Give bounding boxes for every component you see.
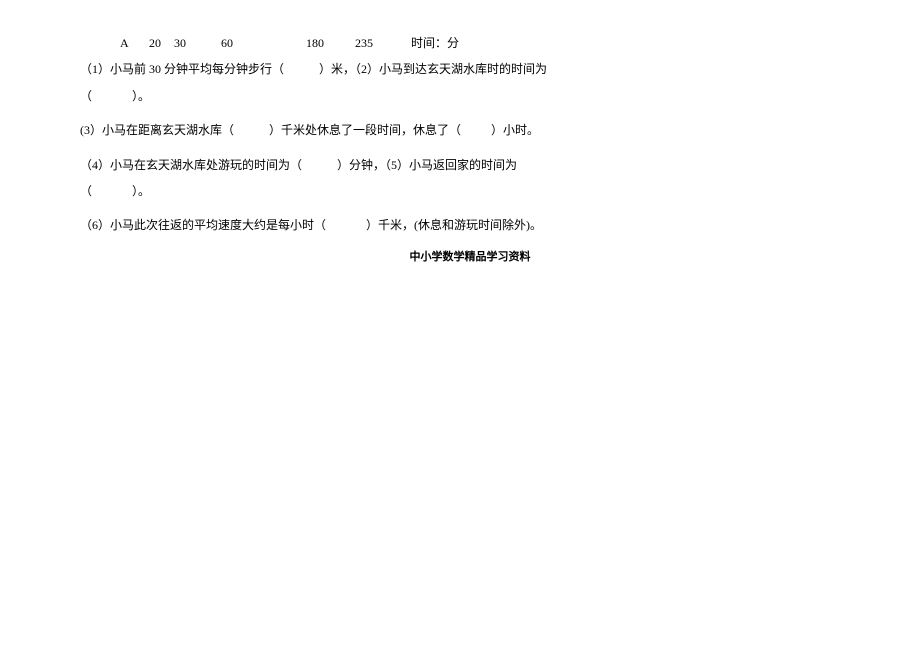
q3-b: ）千米处休息了一段时间，休息了（: [269, 123, 461, 137]
axis-label-a: A: [120, 36, 128, 50]
axis-val-2: 30: [174, 36, 186, 50]
q1b-close: ）。: [132, 89, 150, 103]
q4b-close: ）。: [132, 184, 150, 198]
q3-a: (3）小马在距离玄天湖水库（: [80, 123, 234, 137]
question-4: （4）小马在玄天湖水库处游玩的时间为（ ）分钟，（5）小马返回家的时间为: [80, 152, 860, 178]
q1-after1: ）米，（2）小马到达玄天湖水库时的时间为: [319, 62, 547, 76]
question-6: （6）小马此次往返的平均速度大约是每小时（ ）千米，(休息和游玩时间除外)。: [80, 212, 860, 238]
q4-b: ）分钟，（5）小马返回家的时间为: [337, 158, 517, 172]
q4b-open: （: [80, 184, 92, 198]
question-1-line1: （1）小马前 30 分钟平均每分钟步行（ ）米，（2）小马到达玄天湖水库时的时间为: [80, 56, 860, 82]
document-content: A 20 30 60 180 235 时间：分 （1）小马前 30 分钟平均每分…: [0, 0, 920, 269]
question-4-line2: （ ）。: [80, 178, 860, 204]
q3-c: ）小时。: [491, 123, 539, 137]
q1-prefix: （1）小马前 30 分钟平均每分钟步行（: [80, 62, 284, 76]
axis-line: A 20 30 60 180 235 时间：分: [80, 30, 860, 56]
axis-val-5: 235: [355, 36, 373, 50]
question-3: (3）小马在距离玄天湖水库（ ）千米处休息了一段时间，休息了（ ）小时。: [80, 117, 860, 143]
axis-unit: 时间：分: [411, 36, 459, 50]
q1b-open: （: [80, 89, 92, 103]
axis-val-3: 60: [221, 36, 233, 50]
footer-text: 中小学数学精品学习资料: [80, 245, 860, 269]
q6-a: （6）小马此次往返的平均速度大约是每小时（: [80, 218, 326, 232]
question-1-line2: （ ）。: [80, 83, 860, 109]
q6-b: ）千米，(休息和游玩时间除外)。: [366, 218, 542, 232]
axis-val-4: 180: [306, 36, 324, 50]
q4-a: （4）小马在玄天湖水库处游玩的时间为（: [80, 158, 302, 172]
axis-val-1: 20: [149, 36, 161, 50]
